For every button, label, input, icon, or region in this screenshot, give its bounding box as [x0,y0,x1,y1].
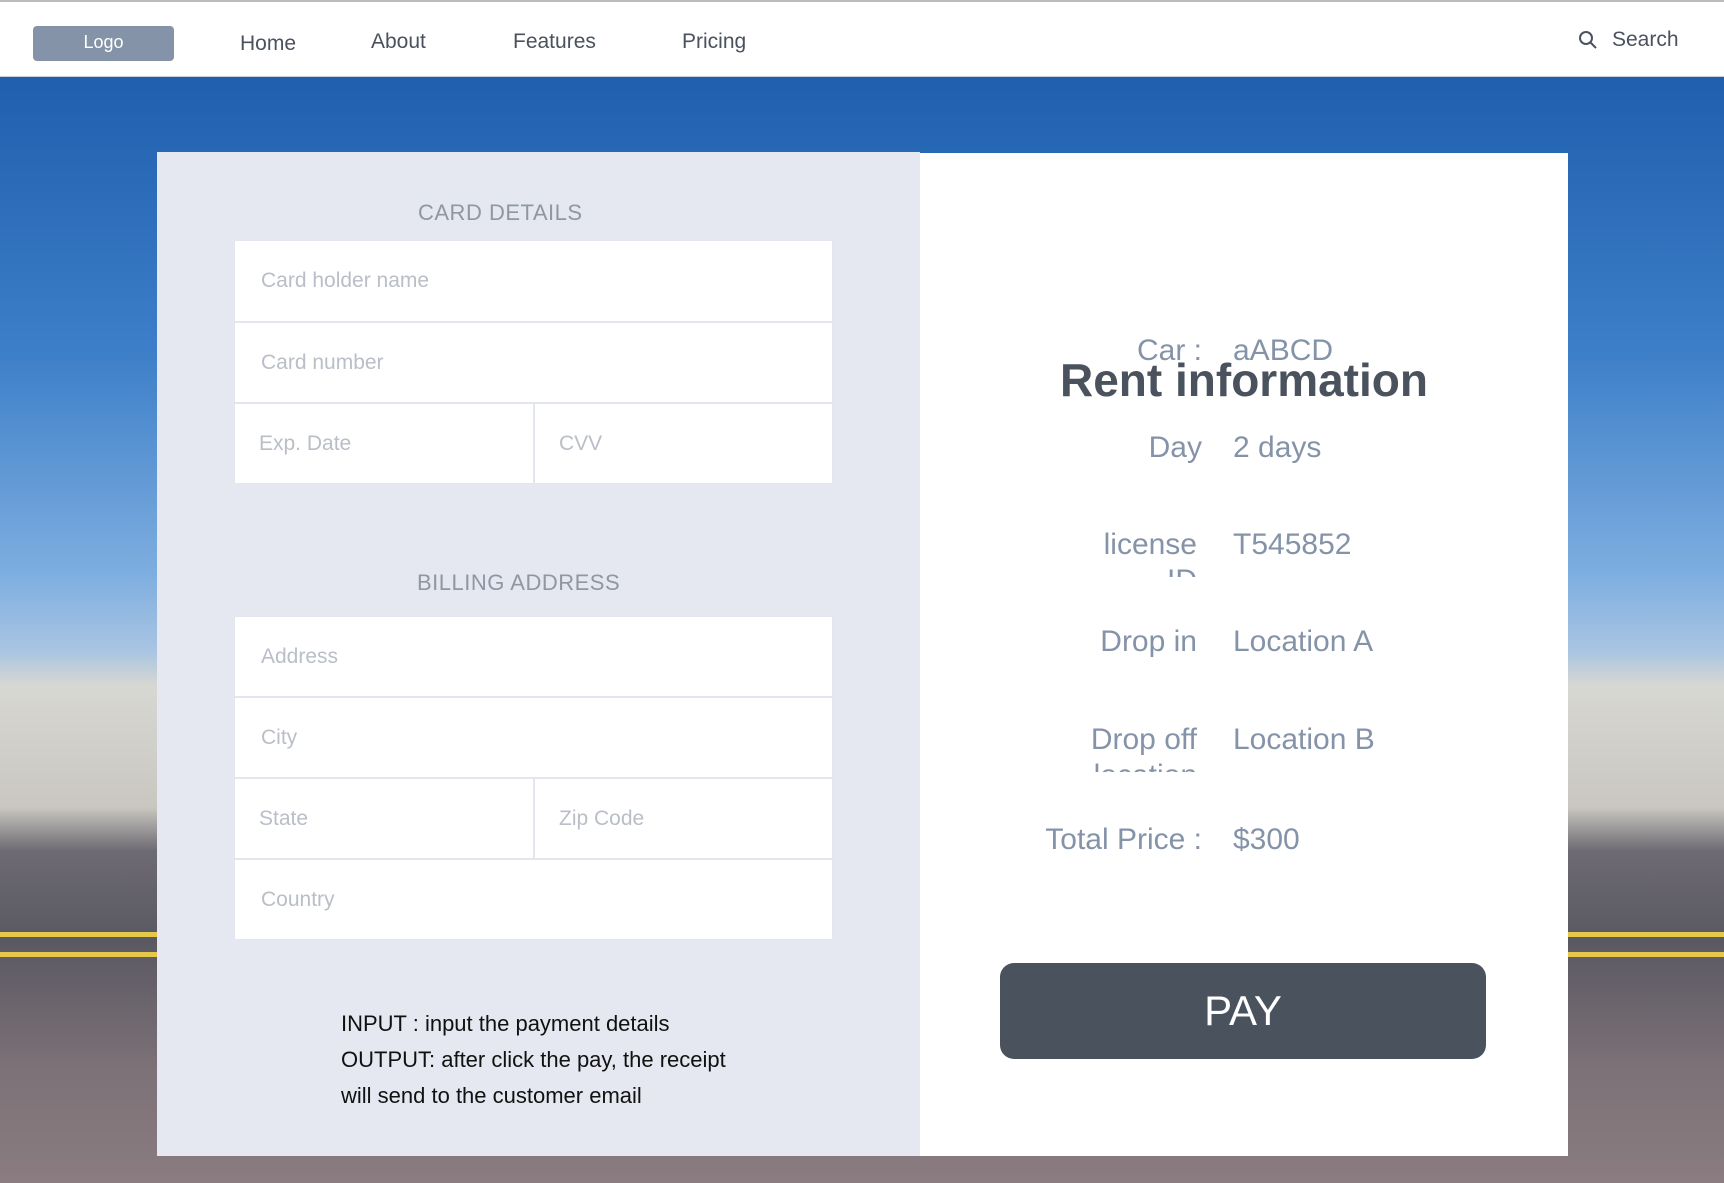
rent-label: Car : [1136,334,1202,367]
exp-date-input[interactable]: Exp. Date [234,403,534,484]
rent-value: aABCD [1233,334,1334,367]
nav-home[interactable]: Home [240,32,296,56]
rent-value: 2 days [1233,431,1322,464]
rent-row-license: license ID T545852 [1000,527,1560,577]
card-details-title: CARD DETAILS [418,200,583,225]
rent-value: Location A [1233,625,1374,658]
note-line: OUTPUT: after click the pay, the receipt [341,1047,726,1072]
billing-address-title: BILLING ADDRESS [417,570,621,595]
search-icon [1579,31,1597,49]
state-input[interactable]: State [234,778,534,859]
io-notes: INPUT : input the payment details OUTPUT… [341,1006,726,1114]
rent-value: T545852 [1233,528,1352,561]
rent-row-drop-off: Drop off location Location B [1000,722,1560,772]
rent-value: Location B [1233,723,1375,756]
address-input[interactable]: Address [234,616,833,697]
zip-code-input[interactable]: Zip Code [534,778,833,859]
rent-label: license ID [1103,528,1197,577]
logo[interactable]: Logo [33,26,174,61]
cvv-input[interactable]: CVV [534,403,833,484]
rent-row-total: Total Price : $300 [1000,822,1560,866]
pay-button[interactable]: PAY [1000,963,1486,1059]
note-line: INPUT : input the payment details [341,1011,670,1036]
rent-label: Day [1148,431,1202,464]
card-number-input[interactable]: Card number [234,322,833,403]
nav-features[interactable]: Features [513,30,596,54]
city-input[interactable]: City [234,697,833,778]
country-input[interactable]: Country [234,859,833,940]
search-button[interactable]: Search [1578,28,1679,52]
rent-label: Total Price : [1045,823,1202,856]
rent-label: Drop in [1100,625,1197,658]
rent-row-day: Day 2 days [1000,430,1560,474]
nav-about[interactable]: About [371,30,426,54]
card-holder-input[interactable]: Card holder name [234,240,833,322]
rent-value: $300 [1233,823,1300,856]
rent-row-drop-in: Drop in Location A [1000,624,1560,668]
nav-pricing[interactable]: Pricing [682,30,746,54]
rent-row-car: Car : aABCD [1000,333,1560,377]
search-label: Search [1612,28,1679,51]
top-nav: Logo Home About Features Pricing Search [0,0,1724,77]
rent-label: Drop off location [1090,723,1197,772]
note-line: will send to the customer email [341,1083,642,1108]
